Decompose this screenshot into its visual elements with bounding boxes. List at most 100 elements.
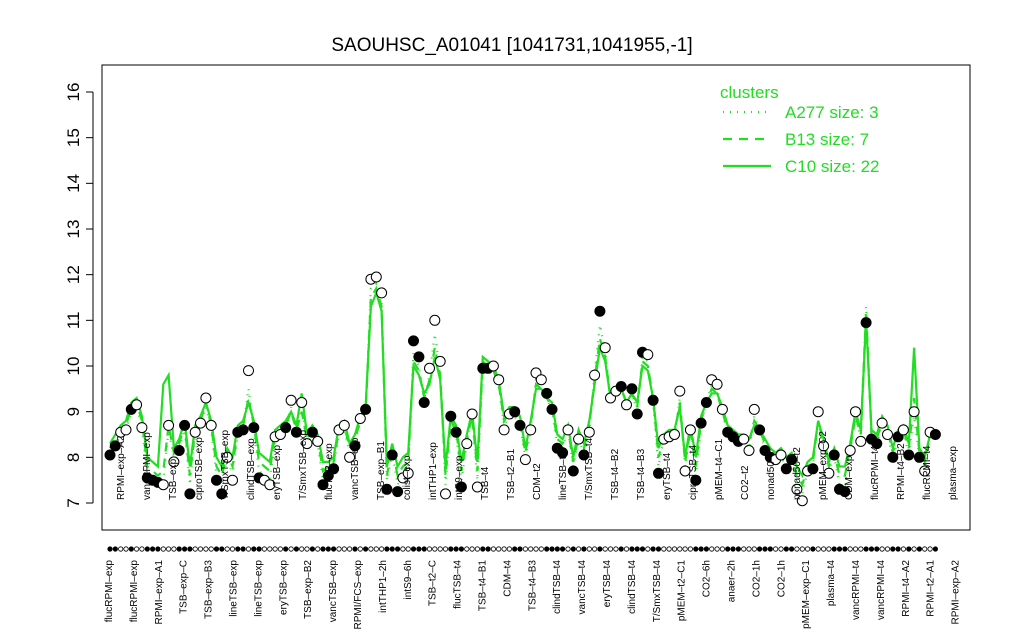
rug-mark: [182, 546, 188, 552]
data-point: [354, 413, 366, 424]
x-tick-label: vancTSB–exp: [328, 560, 339, 623]
data-point: [131, 399, 143, 411]
data-point: [573, 433, 585, 445]
rug-mark: [794, 546, 800, 552]
rug-mark: [762, 546, 768, 552]
data-point: [621, 399, 632, 411]
rug-mark: [506, 546, 512, 552]
x-tick-label: vancRPMI–t4: [851, 560, 862, 620]
data-point: [237, 424, 249, 436]
rug-mark: [528, 546, 534, 552]
x-tick-label: TSB–t2–B1: [506, 448, 517, 500]
line-chart: SAOUHSC_A01041 [1041731,1041955,-1] 7 8 9 1…: [64, 35, 971, 630]
rug-mark: [144, 546, 150, 552]
x-tick-label: CDM–t2: [532, 463, 543, 500]
data-point: [429, 314, 441, 326]
rug-mark: [437, 546, 443, 552]
data-point: [413, 351, 425, 363]
rug-mark: [384, 546, 390, 552]
legend-title: clusters: [720, 83, 779, 102]
rug-mark: [820, 546, 827, 552]
rug-mark: [224, 546, 230, 552]
rug-mark: [501, 546, 507, 552]
x-tick-label: CDM–t4: [502, 560, 513, 597]
rug-mark: [629, 546, 635, 552]
rug-mark: [309, 546, 315, 552]
x-tick-label: pMEM–t4–C1: [714, 438, 725, 500]
y-tick-label: 8: [64, 453, 83, 462]
x-tick-label: flucRPMI–t4: [870, 445, 881, 500]
data-point: [855, 435, 867, 447]
rug-mark: [831, 546, 837, 552]
rug-mark: [618, 546, 624, 552]
rug-mark: [283, 546, 289, 552]
rug-mark: [410, 546, 417, 552]
rug-mark: [352, 546, 358, 552]
rug-mark: [650, 546, 656, 552]
data-point: [285, 394, 297, 406]
rug-mark: [490, 546, 496, 552]
x-tick-label: TSB–exp–B1: [376, 441, 387, 500]
rug-mark: [373, 546, 379, 552]
rug-mark: [639, 546, 646, 552]
rug-mark: [911, 546, 917, 552]
data-point: [908, 406, 920, 418]
rug-mark: [464, 546, 470, 552]
y-tick-label: 7: [64, 498, 83, 507]
data-point: [370, 271, 382, 283]
rug-mark: [709, 546, 715, 552]
data-point: [748, 403, 760, 415]
data-point: [754, 424, 766, 436]
data-point: [615, 381, 627, 392]
data-point: [386, 449, 398, 461]
rug-mark: [858, 546, 864, 552]
x-tick-label: RPMI–exp–A2: [116, 435, 127, 500]
data-point: [466, 408, 478, 420]
rug-mark: [256, 546, 262, 552]
data-point: [631, 408, 643, 420]
rug-mark: [389, 546, 395, 552]
data-point: [711, 378, 723, 390]
rug-mark: [677, 546, 683, 552]
rug-mark: [916, 546, 923, 552]
data-point: [594, 305, 606, 317]
x-tick-label: RPMI/FCS–exp: [353, 560, 364, 630]
rug-mark: [852, 546, 859, 552]
x-tick-label: pMEM–t2–C1: [677, 560, 688, 622]
rug-mark: [645, 546, 651, 552]
rug-mark: [346, 546, 353, 552]
rug-mark: [884, 546, 891, 552]
rug-mark: [474, 546, 480, 552]
rug-mark: [485, 546, 491, 552]
data-point: [179, 419, 191, 431]
rug-mark: [400, 546, 406, 552]
x-tick-label: CO2–6h: [702, 560, 713, 597]
x-tick-label: lineTSB–t4: [558, 451, 569, 500]
x-tick-label: T/SmxTSB–t4: [652, 560, 663, 623]
data-point: [248, 422, 260, 434]
x-tick-label: TSB–exp–C: [179, 560, 190, 614]
data-point: [200, 392, 212, 404]
rug-mark: [517, 546, 523, 552]
x-tick-label: clindTSB–exp: [246, 438, 257, 500]
y-tick-label: 15: [64, 128, 83, 147]
rug-mark: [868, 546, 875, 552]
rug-mark: [299, 546, 305, 552]
x-tick-label: anaer–2h: [727, 560, 738, 602]
rug-mark: [804, 546, 811, 552]
rug-mark: [394, 546, 401, 552]
x-tick-label: intS9–6h: [403, 560, 414, 599]
rug-mark: [362, 546, 369, 552]
rug-mark: [586, 546, 592, 552]
data-point: [424, 362, 435, 374]
x-tick-label: RPMI–exp–A2: [951, 560, 962, 625]
rug-mark: [714, 546, 720, 552]
rug-mark: [304, 546, 310, 552]
rug-mark: [330, 546, 337, 552]
rug-mark: [235, 546, 241, 552]
rug-mark: [575, 546, 582, 552]
data-point: [700, 397, 712, 408]
x-tick-label: nonad50–t: [766, 453, 777, 500]
rug-mark: [357, 546, 363, 552]
rug-mark: [602, 546, 608, 552]
